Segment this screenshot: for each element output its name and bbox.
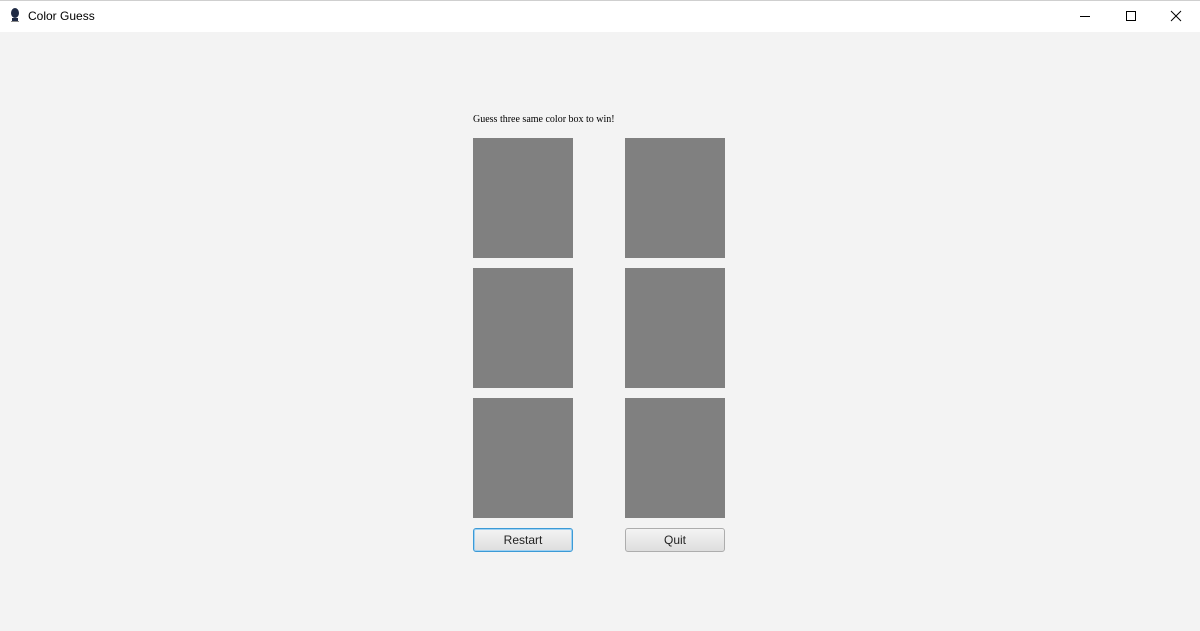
restart-button[interactable]: Restart [473, 528, 573, 552]
close-icon [1170, 10, 1182, 22]
color-box-4[interactable] [625, 268, 725, 388]
close-button[interactable] [1154, 1, 1200, 32]
window-title: Color Guess [28, 9, 95, 23]
quit-button[interactable]: Quit [625, 528, 725, 552]
app-icon [8, 7, 22, 25]
app-window: Color Guess Guess three same color box t… [0, 0, 1200, 631]
color-box-3[interactable] [473, 268, 573, 388]
maximize-icon [1126, 11, 1136, 21]
title-bar[interactable]: Color Guess [0, 1, 1200, 32]
instruction-text: Guess three same color box to win! [473, 114, 615, 125]
game-panel: Guess three same color box to win! Resta… [0, 32, 1200, 631]
minimize-icon [1080, 16, 1090, 17]
color-box-6[interactable] [625, 398, 725, 518]
minimize-button[interactable] [1062, 1, 1108, 32]
color-box-2[interactable] [625, 138, 725, 258]
maximize-button[interactable] [1108, 1, 1154, 32]
color-box-1[interactable] [473, 138, 573, 258]
color-box-5[interactable] [473, 398, 573, 518]
